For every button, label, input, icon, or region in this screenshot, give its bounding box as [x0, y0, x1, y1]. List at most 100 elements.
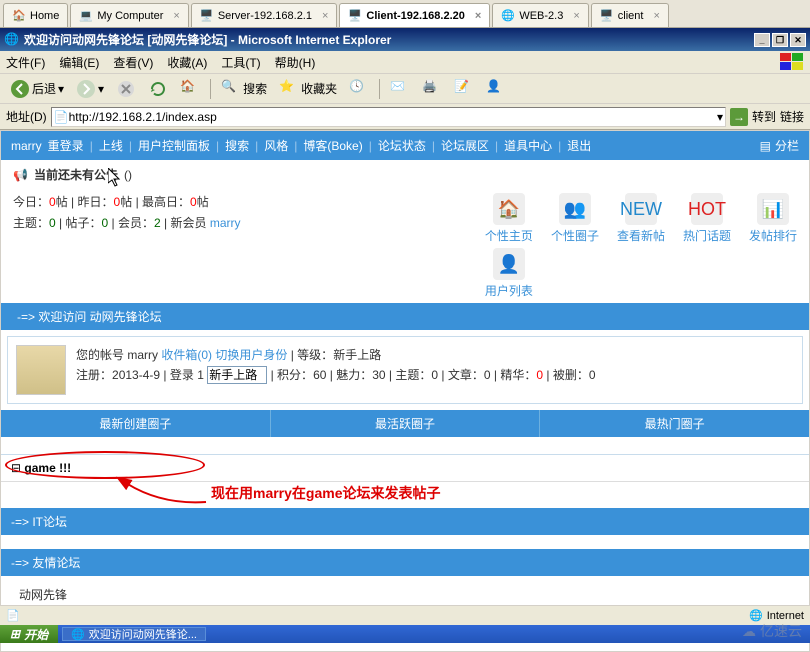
stop-button[interactable]: [112, 77, 140, 101]
forward-icon: [76, 79, 96, 99]
favorites-label: 收藏夹: [301, 80, 337, 97]
tab-web[interactable]: 🌐WEB-2.3×: [492, 3, 588, 27]
members-label: 会员：: [118, 216, 154, 230]
friendship-label: -=> 友情论坛: [11, 554, 80, 571]
toolbar: 后退▾ ▾ 🏠 🔍搜索 ⭐收藏夹 🕓 ✉️ 🖨️ 📝 👤: [0, 74, 810, 104]
level-input[interactable]: [207, 366, 267, 384]
menu-edit[interactable]: 编辑(E): [59, 54, 99, 71]
circles-columns-header: 最新创建圈子 最活跃圈子 最热门圈子: [1, 410, 809, 437]
window-title-bar: 🌐 欢迎访问动网先锋论坛 [动网先锋论坛] - Microsoft Intern…: [0, 28, 810, 51]
today-label: 今日：: [13, 195, 49, 209]
tab-mycomputer[interactable]: 💻My Computer×: [70, 3, 188, 27]
posts-label: 帖子：: [66, 216, 102, 230]
nav-user[interactable]: marry: [11, 139, 42, 153]
forward-button[interactable]: ▾: [72, 77, 108, 101]
nav-status[interactable]: 论坛状态: [378, 137, 426, 154]
nav-online[interactable]: 上线: [99, 137, 123, 154]
game-forum-label[interactable]: game !!!: [24, 461, 71, 475]
menu-file[interactable]: 文件(F): [6, 54, 45, 71]
newmember-label: 新会员: [171, 216, 207, 230]
icon-link-circle[interactable]: 👥个性圈子: [551, 193, 599, 244]
it-forum-label: -=> IT论坛: [11, 513, 67, 530]
icon-link-home[interactable]: 🏠个性主页: [485, 193, 533, 244]
deleted-label: 被删：: [553, 368, 589, 382]
menu-view[interactable]: 查看(V): [113, 54, 153, 71]
nav-search[interactable]: 搜索: [225, 137, 249, 154]
search-button[interactable]: 🔍搜索: [217, 77, 271, 101]
mail-button[interactable]: ✉️: [386, 77, 414, 101]
messenger-button[interactable]: 👤: [482, 77, 510, 101]
icon-links: 🏠个性主页 👥个性圈子 NEW查看新帖 HOT热门话题 📊发帖排行: [485, 193, 797, 244]
essence-label: 精华：: [500, 368, 536, 382]
menu-favorites[interactable]: 收藏(A): [167, 54, 207, 71]
avatar: [16, 345, 66, 395]
nav-logout[interactable]: 退出: [567, 137, 591, 154]
it-forum-bar[interactable]: -=> IT论坛: [1, 508, 809, 535]
nav-boke[interactable]: 博客(Boke): [303, 137, 362, 154]
close-icon[interactable]: ×: [653, 10, 659, 22]
switch-identity-link[interactable]: 切换用户身份: [215, 348, 287, 362]
col-newest: 最新创建圈子: [1, 410, 271, 437]
topics-val: 0: [49, 216, 56, 230]
tab-label: Client-192.168.2.20: [366, 10, 464, 22]
taskbar-item[interactable]: 🌐欢迎访问动网先锋论...: [62, 627, 206, 641]
tab-server[interactable]: 🖥️Server-192.168.2.1×: [191, 3, 338, 27]
login-val: 1: [197, 368, 204, 382]
icon-link-ranking[interactable]: 📊发帖排行: [749, 193, 797, 244]
chevron-down-icon[interactable]: ▾: [717, 110, 723, 124]
start-button[interactable]: ⊞开始: [0, 625, 58, 643]
favorites-button[interactable]: ⭐收藏夹: [275, 77, 341, 101]
split-button[interactable]: ▤分栏: [760, 137, 799, 154]
friendship-forum-bar[interactable]: -=> 友情论坛: [1, 549, 809, 576]
icon-link-newposts[interactable]: NEW查看新帖: [617, 193, 665, 244]
collapse-icon[interactable]: ⊟: [11, 461, 21, 475]
refresh-button[interactable]: [144, 77, 172, 101]
login-label: 登录: [170, 368, 194, 382]
close-icon[interactable]: ×: [173, 10, 179, 22]
icon-link-hot[interactable]: HOT热门话题: [683, 193, 731, 244]
tab-client-active[interactable]: 🖥️Client-192.168.2.20×: [339, 3, 490, 27]
speaker-icon: 📢: [13, 168, 28, 182]
url-input[interactable]: [69, 110, 717, 124]
nav-relogin[interactable]: 重登录: [48, 137, 84, 154]
minimize-button[interactable]: _: [754, 33, 770, 47]
tab-home[interactable]: 🏠Home: [3, 3, 68, 27]
back-label: 后退: [32, 80, 56, 97]
icon-link-userlist[interactable]: 👤用户列表: [485, 248, 533, 299]
mail-icon: ✉️: [390, 79, 410, 99]
go-label[interactable]: 转到: [752, 108, 776, 125]
nav-exhibit[interactable]: 论坛展区: [441, 137, 489, 154]
close-icon[interactable]: ×: [322, 10, 328, 22]
charm-label: 魅力：: [336, 368, 372, 382]
reg-val: 2013-4-9: [112, 368, 160, 382]
chevron-down-icon: ▾: [58, 82, 64, 96]
home-button[interactable]: 🏠: [176, 77, 204, 101]
client-icon: 🖥️: [600, 9, 614, 23]
edit-button[interactable]: 📝: [450, 77, 478, 101]
print-button[interactable]: 🖨️: [418, 77, 446, 101]
tab-label: WEB-2.3: [519, 10, 563, 22]
nav-panel[interactable]: 用户控制面板: [138, 137, 210, 154]
links-label[interactable]: 链接: [780, 108, 804, 125]
split-label: 分栏: [775, 137, 799, 154]
close-icon[interactable]: ×: [475, 10, 481, 22]
back-button[interactable]: 后退▾: [6, 77, 68, 101]
maximize-button[interactable]: ❐: [772, 33, 788, 47]
tab-client2[interactable]: 🖥️client×: [591, 3, 669, 27]
address-label: 地址(D): [6, 108, 47, 125]
menu-help[interactable]: 帮助(H): [275, 54, 316, 71]
close-icon[interactable]: ×: [573, 10, 579, 22]
chart-icon: 📊: [757, 193, 789, 225]
inbox-link[interactable]: 收件箱(0): [161, 348, 212, 362]
server-icon: 🖥️: [200, 9, 214, 23]
nav-style[interactable]: 风格: [264, 137, 288, 154]
forum-row-game[interactable]: ⊟ game !!! 现在用marry在game论坛来发表帖子: [1, 455, 809, 482]
menu-tools[interactable]: 工具(T): [221, 54, 260, 71]
yesterday-label: 昨日：: [78, 195, 114, 209]
go-button[interactable]: →: [730, 108, 748, 126]
friendship-item[interactable]: 动网先锋: [19, 588, 67, 602]
history-button[interactable]: 🕓: [345, 77, 373, 101]
nav-tools[interactable]: 道具中心: [504, 137, 552, 154]
newmember-link[interactable]: marry: [210, 216, 241, 230]
close-button[interactable]: ✕: [790, 33, 806, 47]
